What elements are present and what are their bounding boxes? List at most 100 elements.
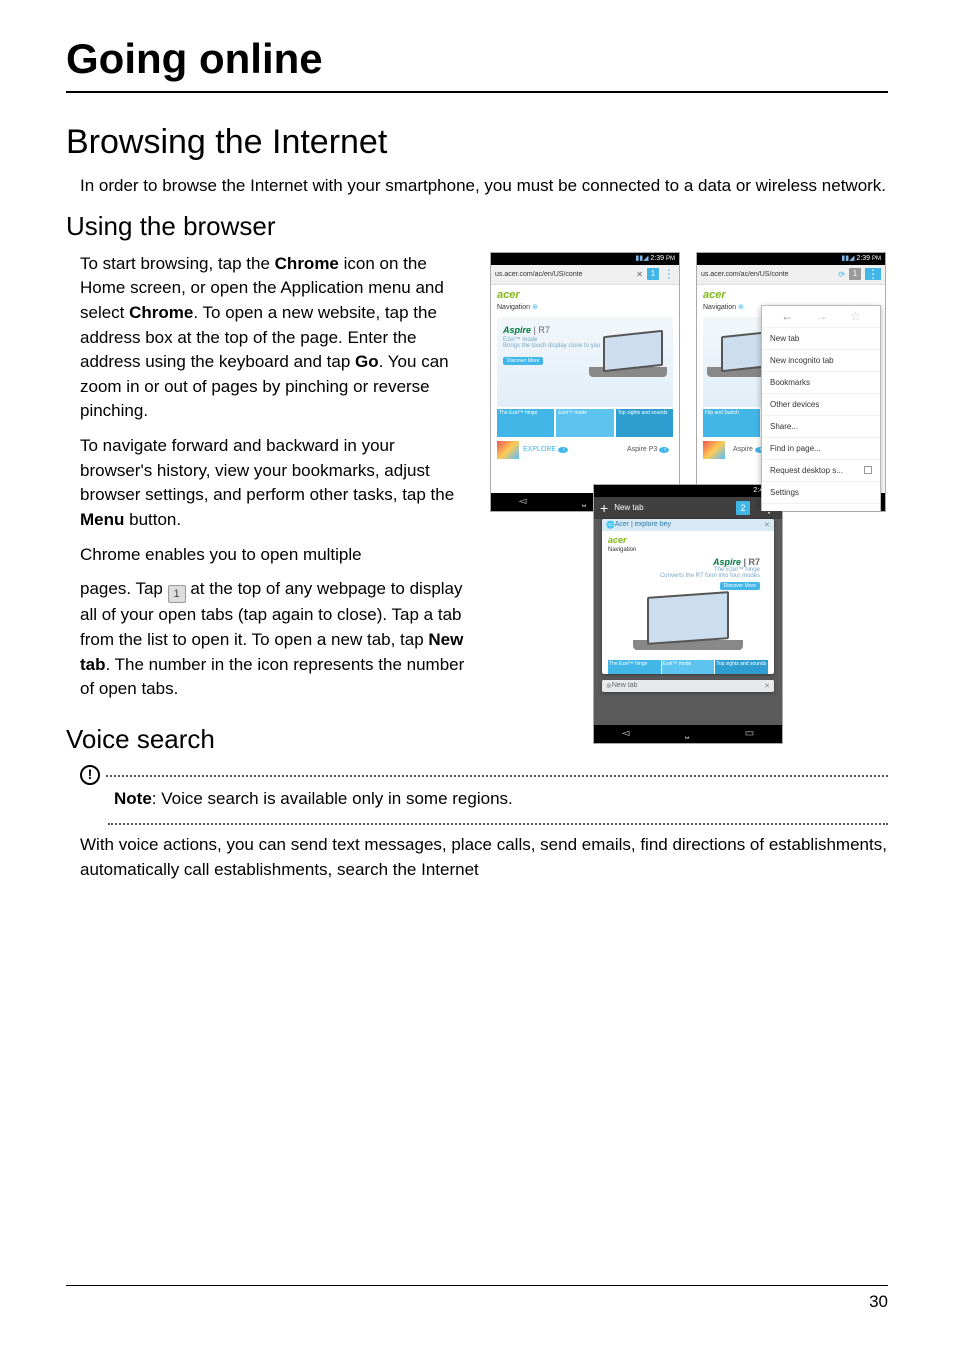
tile[interactable]: Ezel™ mode: [662, 660, 715, 674]
close-icon[interactable]: ✕: [764, 521, 770, 529]
url-text: us.acer.com/ac/en/US/conte: [495, 271, 632, 278]
chrome-label: Chrome: [275, 254, 339, 273]
r7-label: | R7: [741, 557, 760, 567]
tile[interactable]: Top sights and sounds: [715, 660, 768, 674]
browser-p3: Chrome enables you to open multiple: [80, 543, 470, 568]
subsection-using-browser: Using the browser: [66, 211, 888, 242]
status-time: 2:39: [650, 253, 664, 265]
tabs-count-icon[interactable]: 2: [736, 501, 750, 515]
laptop-graphic: [589, 333, 669, 387]
tabs-icon[interactable]: 1: [849, 268, 861, 280]
browser-p1: To start browsing, tap the Chrome icon o…: [80, 252, 470, 424]
status-time: 2:39: [856, 253, 870, 265]
text: Request desktop s...: [770, 466, 843, 475]
back-icon[interactable]: ◅: [519, 496, 527, 507]
back-icon[interactable]: ◅: [622, 728, 630, 739]
page-title: Going online: [66, 35, 888, 93]
tile[interactable]: The Ezel™ hinge: [497, 409, 554, 437]
aspire-link[interactable]: Aspire: [733, 446, 765, 453]
phone-mock-browser: 2:39 PM us.acer.com/ac/en/US/conte ✕ 1 ⋮…: [490, 252, 680, 512]
hero-tag: Ezel™ mode: [503, 337, 537, 343]
intro-paragraph: In order to browse the Internet with you…: [80, 174, 888, 199]
tabs-icon: 1: [168, 585, 186, 603]
screenshot-cluster: 2:39 PM us.acer.com/ac/en/US/conte ✕ 1 ⋮…: [488, 252, 888, 712]
aspire-label: Aspire: [503, 325, 531, 335]
tab-card[interactable]: Acer | explore bey ✕ acer Navigation Aspi…: [602, 519, 774, 674]
tab-title: Acer | explore bey: [615, 521, 760, 528]
tile[interactable]: The Ezel™ hinge: [608, 660, 661, 674]
aspire-link[interactable]: Aspire P3: [627, 446, 669, 453]
menu-label: Menu: [80, 510, 124, 529]
tile[interactable]: Flip and Switch: [703, 409, 760, 437]
chrome-menu: ← → ☆ New tab New incognito tab Bookmark…: [761, 305, 881, 512]
menu-find[interactable]: Find in page...: [762, 438, 880, 460]
text: To navigate forward and backward in your…: [80, 436, 454, 504]
menu-settings[interactable]: Settings: [762, 482, 880, 504]
note-block: ! Note: Voice search is available only i…: [80, 765, 888, 825]
back-arrow-icon[interactable]: ←: [781, 309, 793, 323]
plus-icon[interactable]: +: [600, 500, 608, 516]
clear-icon[interactable]: ✕: [636, 270, 643, 279]
tab-card[interactable]: New tab ✕: [602, 680, 774, 692]
menu-icon[interactable]: ⋮: [663, 268, 675, 280]
menu-new-tab[interactable]: New tab: [762, 328, 880, 350]
recent-icon[interactable]: ▭: [745, 728, 754, 739]
tabs-icon[interactable]: 1: [647, 268, 659, 280]
url-text: us.acer.com/ac/en/US/conte: [701, 271, 834, 278]
voice-paragraph: With voice actions, you can send text me…: [80, 833, 888, 882]
go-label: Go: [355, 352, 379, 371]
browser-p4: pages. Tap 1 at the top of any webpage t…: [80, 577, 470, 702]
discover-button[interactable]: Discover More: [720, 582, 760, 590]
divider: [106, 775, 888, 777]
menu-incognito[interactable]: New incognito tab: [762, 350, 880, 372]
aspire-label: Aspire: [713, 557, 741, 567]
close-icon[interactable]: ✕: [764, 682, 770, 690]
phone-mock-tabs: 2:40 PM + New tab 2 ⋮ Acer | explore bey…: [593, 484, 783, 744]
text: . The number in the icon represents the …: [80, 655, 464, 699]
acer-logo: acer: [697, 285, 885, 301]
text: pages. Tap: [80, 579, 168, 598]
chrome-label: Chrome: [129, 303, 193, 322]
browser-p2: To navigate forward and backward in your…: [80, 434, 470, 533]
divider: [108, 823, 888, 825]
acer-logo: acer: [608, 535, 768, 545]
page-footer: 30: [66, 1285, 888, 1312]
note-text: : Voice search is available only in some…: [152, 789, 513, 808]
text: To start browsing, tap the: [80, 254, 275, 273]
phone-mock-menu: 2:39 PM us.acer.com/ac/en/US/conte ⟳ 1 ⋮…: [696, 252, 886, 512]
nav-label: Navigation: [491, 301, 679, 317]
checkbox-icon[interactable]: [864, 466, 872, 474]
menu-help[interactable]: Help: [762, 504, 880, 512]
warning-icon: !: [80, 765, 100, 785]
acer-logo: acer: [491, 285, 679, 301]
note-label: Note: [114, 789, 152, 808]
thumb-image: [497, 441, 519, 459]
menu-share[interactable]: Share...: [762, 416, 880, 438]
tile[interactable]: Top sights and sounds: [616, 409, 673, 437]
text: button.: [124, 510, 181, 529]
tab-title: New tab: [612, 682, 760, 689]
hero-tag: The Ezel™ hinge: [608, 567, 768, 574]
nav-label: Navigation: [608, 547, 768, 553]
home-icon[interactable]: ⎵: [582, 496, 586, 507]
menu-other-devices[interactable]: Other devices: [762, 394, 880, 416]
refresh-icon[interactable]: ⟳: [838, 270, 845, 279]
hero-tag: Brings the touch display close to you: [503, 343, 600, 349]
thumb-image: [703, 441, 725, 459]
tile[interactable]: Ezel™ mode: [556, 409, 613, 437]
section-heading: Browsing the Internet: [66, 123, 888, 162]
r7-label: | R7: [531, 325, 550, 335]
menu-desktop-site[interactable]: Request desktop s...: [762, 460, 880, 482]
hero-tag: Converts the R7 form into four modes: [608, 573, 768, 580]
menu-icon[interactable]: ⋮: [865, 268, 881, 280]
page-number: 30: [869, 1292, 888, 1311]
star-icon[interactable]: ☆: [850, 309, 861, 323]
explore-link[interactable]: EXPLORE: [523, 446, 568, 453]
new-tab-button[interactable]: New tab: [614, 503, 643, 512]
discover-button[interactable]: Discover More: [503, 357, 543, 365]
android-navbar: ◅ ⎵ ▭: [594, 725, 782, 743]
home-icon[interactable]: ⎵: [685, 728, 689, 739]
laptop-graphic: [608, 594, 768, 656]
menu-bookmarks[interactable]: Bookmarks: [762, 372, 880, 394]
forward-arrow-icon[interactable]: →: [816, 309, 828, 323]
